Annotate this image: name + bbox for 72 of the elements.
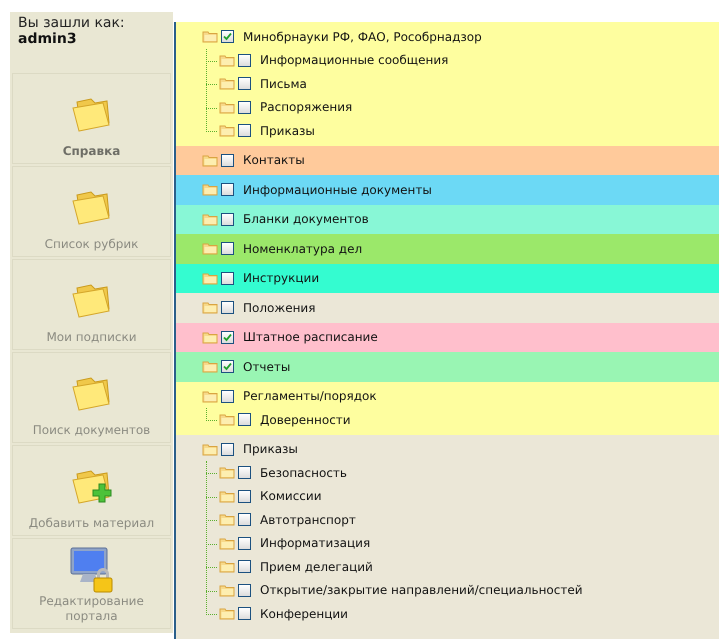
folder-icon: [219, 77, 235, 90]
checkbox[interactable]: [238, 54, 251, 67]
folder-icon: [202, 272, 218, 285]
category-label[interactable]: Бланки документов: [243, 212, 369, 226]
checkbox[interactable]: [238, 560, 251, 574]
category-label[interactable]: Конференции: [260, 606, 348, 621]
category-label[interactable]: Информационные сообщения: [260, 53, 448, 68]
checkbox[interactable]: [221, 301, 234, 314]
username: admin3: [18, 31, 78, 47]
checkbox[interactable]: [238, 490, 251, 503]
checkbox[interactable]: [221, 30, 234, 44]
category-label[interactable]: Письма: [260, 76, 307, 91]
folder-icon: [219, 607, 235, 620]
folder-icon: [219, 513, 235, 526]
folder-icon: [219, 54, 235, 67]
checkbox[interactable]: [221, 330, 234, 344]
folder-icon: [219, 413, 235, 426]
folder-icon: [202, 330, 218, 344]
category-label[interactable]: Доверенности: [260, 412, 351, 427]
folder-icon: [219, 124, 235, 138]
category-label[interactable]: Регламенты/порядок: [243, 389, 377, 404]
folder-icon: [219, 560, 235, 574]
checkbox[interactable]: [221, 390, 234, 403]
checkbox[interactable]: [238, 513, 251, 526]
checkbox[interactable]: [238, 77, 251, 90]
folder-icon: [219, 466, 235, 480]
folder-icon: [202, 390, 218, 403]
folder-icon: [219, 536, 235, 550]
nav-tile[interactable]: Справка: [12, 73, 171, 164]
category-label[interactable]: Номенклатура дел: [243, 242, 362, 256]
checkbox[interactable]: [221, 360, 234, 374]
folder-icon: [202, 442, 218, 456]
folder-icon: [202, 154, 218, 167]
category-label[interactable]: Приказы: [260, 124, 315, 138]
checkbox[interactable]: [238, 607, 251, 620]
category-label[interactable]: Комиссии: [260, 489, 322, 504]
category-label[interactable]: Информационные документы: [243, 182, 432, 197]
category-label[interactable]: Безопасность: [260, 466, 347, 480]
category-label[interactable]: Контакты: [243, 153, 305, 168]
folder-icon: [202, 242, 218, 256]
folder-icon: [202, 212, 218, 226]
checkbox[interactable]: [238, 584, 251, 597]
checkbox[interactable]: [221, 242, 234, 256]
checkbox[interactable]: [238, 536, 251, 550]
category-label[interactable]: Приказы: [243, 442, 298, 456]
category-label[interactable]: Распоряжения: [260, 100, 352, 114]
category-label[interactable]: Положения: [243, 300, 316, 315]
checkbox[interactable]: [221, 212, 234, 226]
category-label[interactable]: Отчеты: [243, 360, 290, 374]
folder-icon: [219, 490, 235, 503]
checkbox[interactable]: [238, 100, 251, 114]
folder-icon: [202, 360, 218, 374]
folder-icon: [202, 183, 218, 196]
folder-icon: [219, 584, 235, 597]
folder-icon: [219, 100, 235, 114]
category-label[interactable]: Инструкции: [243, 271, 320, 286]
login-label: Вы зашли как:: [18, 15, 126, 31]
checkbox[interactable]: [238, 413, 251, 426]
category-label[interactable]: Прием делегаций: [260, 560, 373, 574]
category-label[interactable]: Информатизация: [260, 536, 370, 550]
category-label[interactable]: Штатное расписание: [243, 330, 378, 344]
category-label[interactable]: Открытие/закрытие направлений/специальностей: [260, 583, 583, 598]
checkbox[interactable]: [238, 124, 251, 138]
checkbox[interactable]: [221, 272, 234, 285]
checkbox[interactable]: [238, 466, 251, 480]
folder-icon: [202, 30, 218, 44]
checkbox[interactable]: [221, 183, 234, 196]
category-label[interactable]: Автотранспорт: [260, 512, 356, 527]
category-label[interactable]: Минобрнауки РФ, ФАО, Рособрнадзор: [243, 30, 482, 44]
folder-icon: [202, 301, 218, 314]
checkbox[interactable]: [221, 442, 234, 456]
checkbox[interactable]: [221, 154, 234, 167]
